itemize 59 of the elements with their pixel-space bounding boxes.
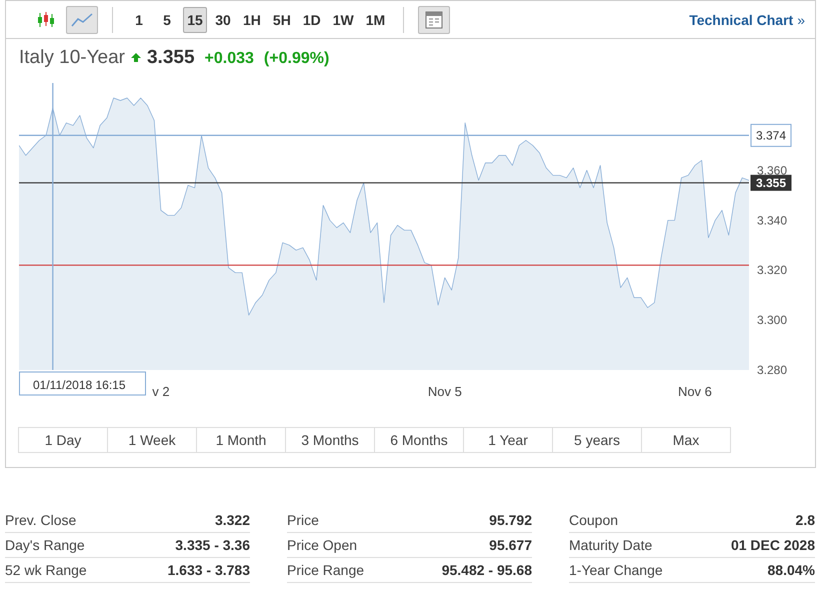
percent-change: (+0.99%) — [264, 50, 330, 68]
layout-button[interactable] — [418, 6, 450, 34]
interval-button[interactable]: 5 — [155, 6, 179, 32]
y-axis-label: 3.360 — [757, 163, 788, 178]
range-button[interactable]: 1 Week — [107, 427, 197, 453]
range-button[interactable]: 1 Year — [463, 427, 553, 453]
value-tag: 3.355 — [750, 174, 792, 191]
stat-value: 95.482 - 95.68 — [442, 562, 532, 578]
line-chart-icon — [71, 12, 93, 28]
ref-line-label: 3.355 — [756, 176, 786, 190]
stat-value: 01 DEC 2028 — [730, 537, 815, 553]
table-icon — [425, 10, 444, 28]
y-axis-label: 3.280 — [757, 363, 788, 377]
value-tag: 3.374 — [750, 124, 792, 147]
instrument-name: Italy 10-Year — [19, 47, 125, 69]
x-axis-label: Nov 6 — [678, 384, 712, 399]
range-button[interactable]: 3 Months — [285, 427, 375, 453]
stat-value: 3.322 — [214, 512, 250, 528]
y-axis-label: 3.320 — [757, 263, 788, 278]
stat-label: Price Range — [287, 562, 364, 578]
stat-value: 95.792 — [489, 512, 532, 528]
range-button[interactable]: 1 Day — [18, 427, 108, 453]
stat-label: 52 wk Range — [5, 562, 87, 578]
interval-button[interactable]: 5H — [268, 6, 295, 32]
range-button[interactable]: 1 Month — [196, 427, 286, 453]
x-axis-label: Nov 5 — [428, 384, 462, 399]
stat-value: 3.335 - 3.36 — [175, 537, 250, 553]
y-axis-label: 3.300 — [757, 313, 788, 328]
range-button[interactable]: 5 years — [552, 427, 642, 453]
double-arrow-icon: » — [797, 12, 805, 28]
range-button[interactable]: Max — [641, 427, 731, 453]
chart-type-button[interactable] — [66, 6, 98, 34]
stat-value: 88.04% — [768, 562, 815, 578]
stat-label: Coupon — [569, 512, 618, 528]
range-button[interactable]: 6 Months — [374, 427, 464, 453]
interval-button[interactable]: 30 — [211, 6, 235, 32]
interval-button[interactable]: 1H — [239, 6, 265, 32]
stat-value: 95.677 — [489, 537, 532, 553]
price: 3.355 — [146, 47, 195, 69]
candlestick-icon — [37, 12, 55, 28]
stat-label: Day's Range — [5, 537, 85, 553]
interval-button[interactable]: 1 — [127, 6, 151, 32]
stat-value: 2.8 — [796, 512, 815, 528]
price-change: +0.033 — [204, 50, 254, 68]
stat-label: Prev. Close — [5, 512, 76, 528]
interval-button[interactable]: 1W — [328, 6, 358, 32]
interval-button[interactable]: 1M — [362, 6, 390, 32]
interval-button[interactable]: 15 — [183, 6, 207, 32]
interval-button[interactable]: 1D — [298, 6, 325, 32]
stat-label: Price Open — [287, 537, 358, 553]
ref-line-label: 3.374 — [756, 128, 786, 142]
date-tooltip: 01/11/2018 16:15 — [19, 372, 146, 396]
stat-label: 1-Year Change — [569, 562, 663, 578]
stat-label: Maturity Date — [569, 537, 652, 553]
y-axis-label: 3.340 — [757, 213, 788, 228]
x-axis-label: v 2 — [152, 384, 170, 399]
stat-value: 1.633 - 3.783 — [167, 562, 250, 578]
technical-chart-link[interactable]: Technical Chart — [689, 12, 794, 28]
stat-label: Price — [287, 512, 319, 528]
